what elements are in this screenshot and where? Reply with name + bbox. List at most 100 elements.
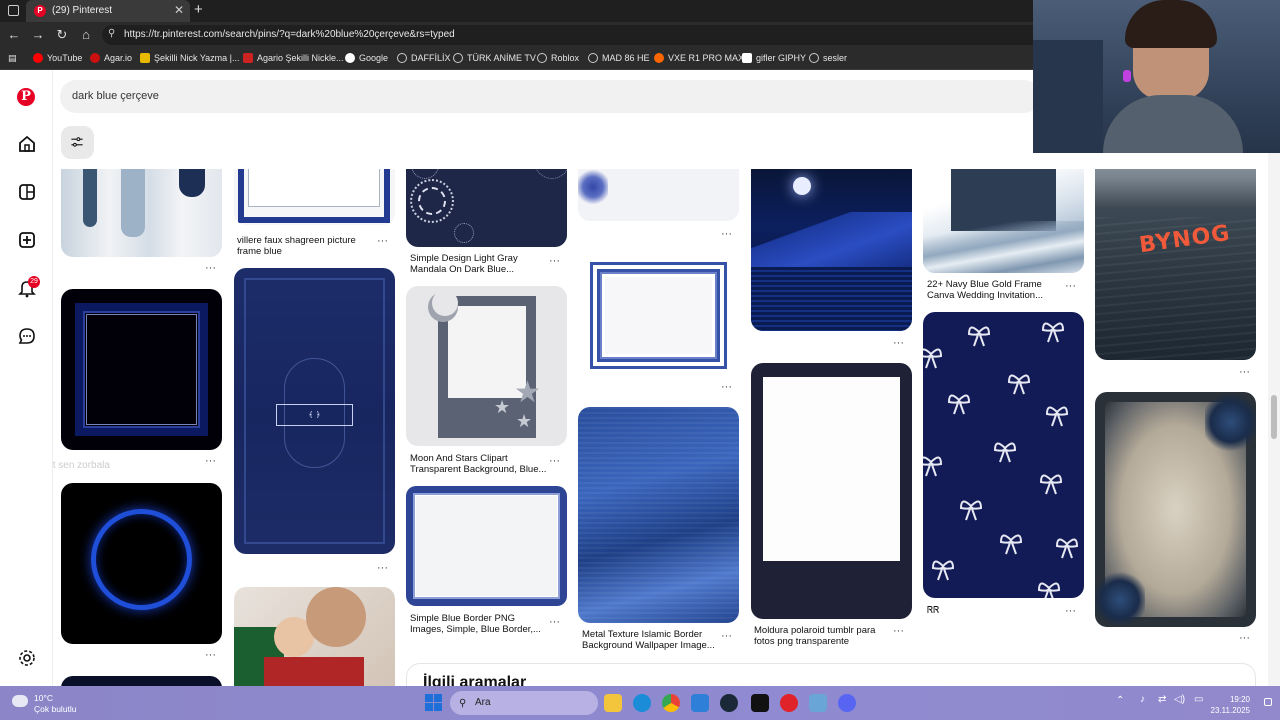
pin-blue-floral-corner[interactable] <box>578 169 739 221</box>
tab-pinterest[interactable]: P (29) Pinterest ✕ <box>26 0 190 22</box>
edge-icon[interactable] <box>633 694 651 712</box>
weather-cloud-icon <box>12 695 28 707</box>
chevron-up-icon[interactable]: ⌃ <box>1116 695 1124 706</box>
calligraphy-panel: ﴾ ﴿ <box>276 404 353 426</box>
bookmark-vxe[interactable]: VXE R1 PRO MAX <box>654 53 744 63</box>
pin-navy-gold-frame[interactable] <box>923 169 1084 273</box>
pin-blue-ring[interactable] <box>61 483 222 644</box>
more-options-icon[interactable]: ··· <box>377 562 388 574</box>
more-options-icon[interactable]: ··· <box>549 255 560 267</box>
bookmark-turk-anime[interactable]: TÜRK ANİME TV <box>453 53 536 63</box>
file-explorer-icon[interactable] <box>604 694 622 712</box>
google-icon <box>345 53 355 63</box>
close-icon[interactable]: ✕ <box>174 3 184 17</box>
scrollbar-thumb[interactable] <box>1271 395 1277 439</box>
search-input[interactable]: dark blue çerçeve <box>72 90 159 102</box>
pin-shagreen-frame[interactable] <box>234 169 395 225</box>
sidebar: P 29 <box>0 70 53 686</box>
more-options-icon[interactable]: ··· <box>205 649 216 661</box>
battery-icon[interactable]: ▭ <box>1194 694 1203 705</box>
url-input[interactable]: ⚲ https://tr.pinterest.com/search/pins/?… <box>102 25 1042 45</box>
bookmark-sekilli-nick[interactable]: Şekilli Nick Yazma |... <box>140 53 240 63</box>
pin-metal-texture[interactable] <box>578 407 739 623</box>
more-options-icon[interactable]: ··· <box>721 228 732 240</box>
language-icon[interactable]: ⇄ <box>1158 694 1166 705</box>
pin-caption: ᏒᏒ <box>927 605 940 616</box>
more-options-icon[interactable]: ··· <box>1239 366 1250 378</box>
bookmark-roblox[interactable]: Roblox <box>537 53 579 63</box>
settings-icon[interactable] <box>17 648 37 668</box>
bookmarks-menu-icon[interactable]: ▤ <box>8 53 17 64</box>
more-options-icon[interactable]: ··· <box>1065 605 1076 617</box>
bookmark-sesler[interactable]: sesler <box>809 53 847 63</box>
refresh-icon[interactable]: ↻ <box>54 27 70 43</box>
back-icon[interactable]: ← <box>6 27 22 43</box>
webcam-overlay <box>1033 0 1280 153</box>
app-icon[interactable] <box>809 694 827 712</box>
more-options-icon[interactable]: ··· <box>1065 280 1076 292</box>
more-options-icon[interactable]: ··· <box>205 455 216 467</box>
pin-islamic-pattern[interactable]: ﴾ ﴿ <box>234 268 395 554</box>
more-options-icon[interactable]: ··· <box>721 381 732 393</box>
clock-time[interactable]: 19:20 <box>1210 694 1250 705</box>
messages-icon[interactable] <box>17 326 37 346</box>
bookmark-agario[interactable]: Agar.io <box>90 53 132 63</box>
clock-date[interactable]: 23.11.2025 <box>1210 705 1250 716</box>
bookmark-agario-sekilli[interactable]: Agario Şekilli Nickle... <box>243 53 344 63</box>
page-scrollbar[interactable] <box>1268 153 1280 686</box>
notification-center-icon[interactable] <box>1264 698 1272 706</box>
pin-ocean-bynog[interactable]: BYNOG <box>1095 169 1256 360</box>
taskbar-search[interactable]: ⚲ Ara <box>450 691 598 715</box>
pin-black-blue-frame[interactable] <box>61 289 222 450</box>
window-menu-icon[interactable] <box>8 5 19 16</box>
bookmark-mad86[interactable]: MAD 86 HE <box>588 53 650 63</box>
pin-night-mountain[interactable] <box>751 169 912 331</box>
pin-christmas-couple[interactable] <box>234 587 395 686</box>
more-options-icon[interactable]: ··· <box>549 455 560 467</box>
nc-icon <box>243 53 253 63</box>
more-options-icon[interactable]: ··· <box>893 337 904 349</box>
pin-dark-partial[interactable] <box>61 676 222 686</box>
bookmark-giphy[interactable]: gifler GIPHY <box>742 53 806 63</box>
more-options-icon[interactable]: ··· <box>721 630 732 642</box>
filter-button[interactable] <box>61 126 94 159</box>
pin-simple-blue-border[interactable] <box>406 486 567 606</box>
bow-pattern <box>923 322 1079 598</box>
store-icon[interactable] <box>691 694 709 712</box>
forward-icon[interactable]: → <box>30 27 46 43</box>
pin-blue-striped-frame[interactable] <box>578 255 739 376</box>
windows-start-icon[interactable] <box>425 694 443 712</box>
pin-ornate-floral-frame[interactable] <box>1095 392 1256 627</box>
bookmark-google[interactable]: Google <box>345 53 388 63</box>
more-options-icon[interactable]: ··· <box>549 616 560 628</box>
pinterest-logo[interactable]: P <box>17 88 35 106</box>
create-icon[interactable] <box>17 230 37 250</box>
weather-condition[interactable]: Çok bulutlu <box>34 704 77 714</box>
new-tab-button[interactable]: + <box>194 1 203 18</box>
home-icon[interactable]: ⌂ <box>78 27 94 43</box>
discord-icon[interactable] <box>838 694 856 712</box>
pin-white-bows[interactable] <box>923 312 1084 598</box>
bookmark-daffilix[interactable]: DAFFİLİX <box>397 53 451 63</box>
more-options-icon[interactable]: ··· <box>893 625 904 637</box>
mic-icon[interactable]: ♪ <box>1140 694 1145 705</box>
pin-moon-stars-frame[interactable]: ★ ★ ★ <box>406 286 567 446</box>
explore-icon[interactable] <box>17 182 37 202</box>
pin-mandala-dark-blue[interactable] <box>406 169 567 247</box>
search-bar[interactable]: dark blue çerçeve <box>60 80 1040 113</box>
more-options-icon[interactable]: ··· <box>377 235 388 247</box>
volume-icon[interactable]: ◁) <box>1174 694 1185 705</box>
pin-blue-brush-strokes[interactable] <box>61 169 222 257</box>
weather-temp[interactable]: 10°C <box>34 693 53 703</box>
site-info-icon[interactable]: ⚲ <box>108 28 115 39</box>
steam-icon[interactable] <box>720 694 738 712</box>
more-options-icon[interactable]: ··· <box>205 262 216 274</box>
roblox-app-icon[interactable] <box>780 694 798 712</box>
more-options-icon[interactable]: ··· <box>1239 632 1250 644</box>
pin-caption: Simple Design Light Gray Mandala On Dark… <box>410 253 518 275</box>
bookmark-youtube[interactable]: YouTube <box>33 53 82 63</box>
chrome-icon[interactable] <box>662 694 680 712</box>
epic-games-icon[interactable] <box>751 694 769 712</box>
pin-polaroid-frame[interactable] <box>751 363 912 619</box>
home-icon[interactable] <box>17 134 37 154</box>
